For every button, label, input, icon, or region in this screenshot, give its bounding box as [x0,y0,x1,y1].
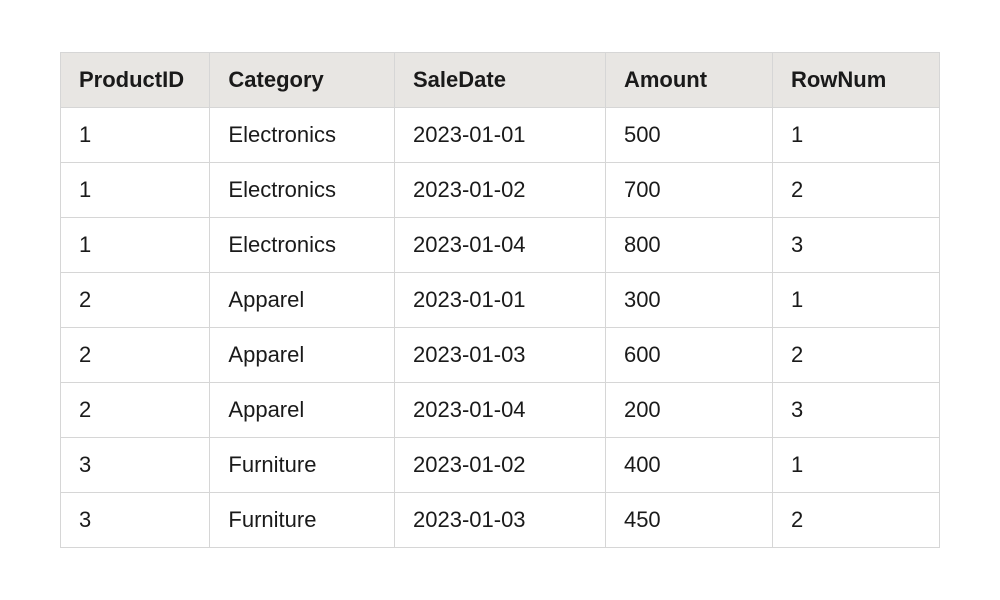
cell-category: Electronics [210,218,395,273]
table-container: ProductID Category SaleDate Amount RowNu… [60,52,940,548]
cell-category: Furniture [210,438,395,493]
cell-product-id: 3 [61,493,210,548]
table-row: 1 Electronics 2023-01-01 500 1 [61,108,940,163]
cell-sale-date: 2023-01-02 [395,163,606,218]
cell-category: Apparel [210,273,395,328]
cell-amount: 200 [605,383,772,438]
header-row: ProductID Category SaleDate Amount RowNu… [61,53,940,108]
cell-row-num: 2 [772,493,939,548]
cell-amount: 700 [605,163,772,218]
header-sale-date: SaleDate [395,53,606,108]
header-product-id: ProductID [61,53,210,108]
data-table: ProductID Category SaleDate Amount RowNu… [60,52,940,548]
cell-sale-date: 2023-01-01 [395,108,606,163]
cell-row-num: 1 [772,438,939,493]
table-body: 1 Electronics 2023-01-01 500 1 1 Electro… [61,108,940,548]
table-row: 3 Furniture 2023-01-02 400 1 [61,438,940,493]
table-row: 1 Electronics 2023-01-02 700 2 [61,163,940,218]
table-head: ProductID Category SaleDate Amount RowNu… [61,53,940,108]
header-category: Category [210,53,395,108]
cell-product-id: 2 [61,273,210,328]
cell-category: Electronics [210,108,395,163]
header-amount: Amount [605,53,772,108]
cell-product-id: 1 [61,163,210,218]
table-row: 2 Apparel 2023-01-04 200 3 [61,383,940,438]
cell-category: Electronics [210,163,395,218]
cell-sale-date: 2023-01-04 [395,218,606,273]
cell-sale-date: 2023-01-03 [395,493,606,548]
table-row: 1 Electronics 2023-01-04 800 3 [61,218,940,273]
table-row: 2 Apparel 2023-01-03 600 2 [61,328,940,383]
cell-amount: 300 [605,273,772,328]
cell-sale-date: 2023-01-03 [395,328,606,383]
cell-category: Apparel [210,383,395,438]
cell-sale-date: 2023-01-01 [395,273,606,328]
cell-sale-date: 2023-01-02 [395,438,606,493]
table-row: 3 Furniture 2023-01-03 450 2 [61,493,940,548]
cell-sale-date: 2023-01-04 [395,383,606,438]
cell-product-id: 2 [61,328,210,383]
cell-category: Furniture [210,493,395,548]
cell-category: Apparel [210,328,395,383]
cell-row-num: 2 [772,328,939,383]
cell-amount: 400 [605,438,772,493]
cell-row-num: 3 [772,218,939,273]
cell-row-num: 1 [772,108,939,163]
cell-product-id: 1 [61,218,210,273]
cell-row-num: 3 [772,383,939,438]
cell-row-num: 1 [772,273,939,328]
cell-amount: 450 [605,493,772,548]
cell-amount: 600 [605,328,772,383]
cell-amount: 500 [605,108,772,163]
cell-product-id: 2 [61,383,210,438]
cell-row-num: 2 [772,163,939,218]
table-row: 2 Apparel 2023-01-01 300 1 [61,273,940,328]
cell-product-id: 1 [61,108,210,163]
header-row-num: RowNum [772,53,939,108]
cell-product-id: 3 [61,438,210,493]
cell-amount: 800 [605,218,772,273]
